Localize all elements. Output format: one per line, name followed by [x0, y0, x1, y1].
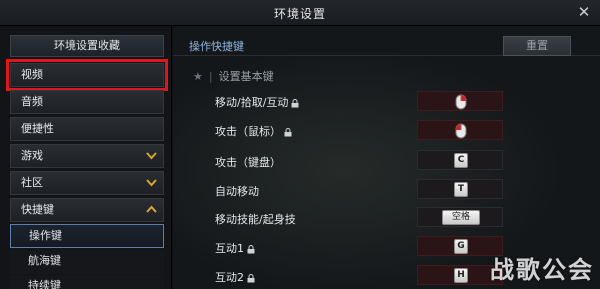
keybind-label: 移动/拾取/互动 [215, 94, 299, 110]
keybind-label-text: 互动2 [215, 271, 244, 284]
keybind-label-text: 互动1 [215, 242, 244, 255]
keybind-slot[interactable] [417, 120, 503, 140]
chevron-down-icon [146, 145, 157, 174]
keybind-label: 攻击（键盘） [215, 154, 281, 170]
keybind-label: 自动移动 [215, 183, 259, 199]
keycap: T [454, 182, 468, 197]
page-title: 操作快捷键 [189, 40, 244, 53]
sidebar-item-video[interactable]: 视频 [6, 59, 168, 91]
keybind-slot[interactable]: T [417, 179, 503, 199]
section-title-label: 设置基本键 [218, 70, 274, 83]
keybind-slot[interactable]: 空格 [417, 207, 503, 227]
main-header: 操作快捷键 重置 [173, 26, 600, 56]
lock-icon [247, 244, 255, 254]
sidebar-subitem-continuous-keys[interactable]: 持续键 [10, 275, 164, 289]
sidebar-item-label: 音频 [21, 95, 43, 108]
keybind-label: 互动2 [215, 269, 255, 285]
keybind-label-text: 移动技能/起身技 [215, 213, 296, 226]
sidebar-subitem-operation-keys[interactable]: 操作键 [10, 224, 164, 248]
sidebar-subitem-sailing-keys[interactable]: 航海键 [10, 250, 164, 274]
sidebar-item-label: 便捷性 [21, 122, 54, 135]
sidebar: 环境设置收藏 视频 音频 便捷性 游戏 社区 快捷键 操作键 航海键 持续键 [0, 26, 172, 289]
keybind-label-text: 攻击（鼠标） [215, 125, 281, 138]
watermark: 战歌公会 [490, 256, 594, 284]
keybind-label: 移动技能/起身技 [215, 211, 296, 227]
keybind-label-text: 移动/拾取/互动 [215, 96, 289, 109]
title-bar: 环境设置 ✕ [0, 0, 600, 26]
sidebar-subitem-label: 持续键 [28, 279, 61, 289]
keycap: G [454, 239, 468, 254]
sidebar-item-audio[interactable]: 音频 [10, 90, 164, 114]
sidebar-item-label: 快捷键 [21, 203, 54, 216]
mouse-left-icon [455, 123, 467, 142]
lock-icon [291, 98, 299, 108]
keybind-label: 互动1 [215, 240, 255, 256]
close-icon[interactable]: ✕ [576, 4, 592, 20]
lock-icon [247, 273, 255, 283]
chevron-down-icon [146, 172, 157, 201]
lock-icon [284, 127, 292, 137]
keybind-label-text: 自动移动 [215, 185, 259, 198]
sidebar-item-hotkeys[interactable]: 快捷键 [10, 198, 164, 222]
sidebar-item-label: 游戏 [21, 149, 43, 162]
window-title: 环境设置 [273, 7, 326, 21]
sidebar-subitem-label: 操作键 [29, 229, 62, 242]
keybind-label: 攻击（鼠标） [215, 123, 292, 139]
divider: | [208, 70, 213, 83]
keybind-label-text: 攻击（键盘） [215, 156, 281, 169]
sidebar-item-convenience[interactable]: 便捷性 [10, 117, 164, 141]
reset-button[interactable]: 重置 [503, 36, 571, 56]
sidebar-header[interactable]: 环境设置收藏 [10, 35, 164, 57]
mouse-right-icon [455, 94, 467, 113]
sidebar-item-game[interactable]: 游戏 [10, 144, 164, 168]
keycap: 空格 [442, 210, 480, 225]
sidebar-item-label: 社区 [21, 176, 43, 189]
sidebar-subitem-label: 航海键 [28, 254, 61, 267]
section-title: ★ | 设置基本键 [193, 68, 274, 84]
star-icon[interactable]: ★ [193, 70, 203, 83]
keybind-slot[interactable] [417, 91, 503, 111]
sidebar-item-label: 视频 [21, 68, 43, 81]
sidebar-item-community[interactable]: 社区 [10, 171, 164, 195]
keycap: H [454, 268, 468, 283]
keycap: C [454, 153, 468, 168]
keybind-slot[interactable]: C [417, 150, 503, 170]
